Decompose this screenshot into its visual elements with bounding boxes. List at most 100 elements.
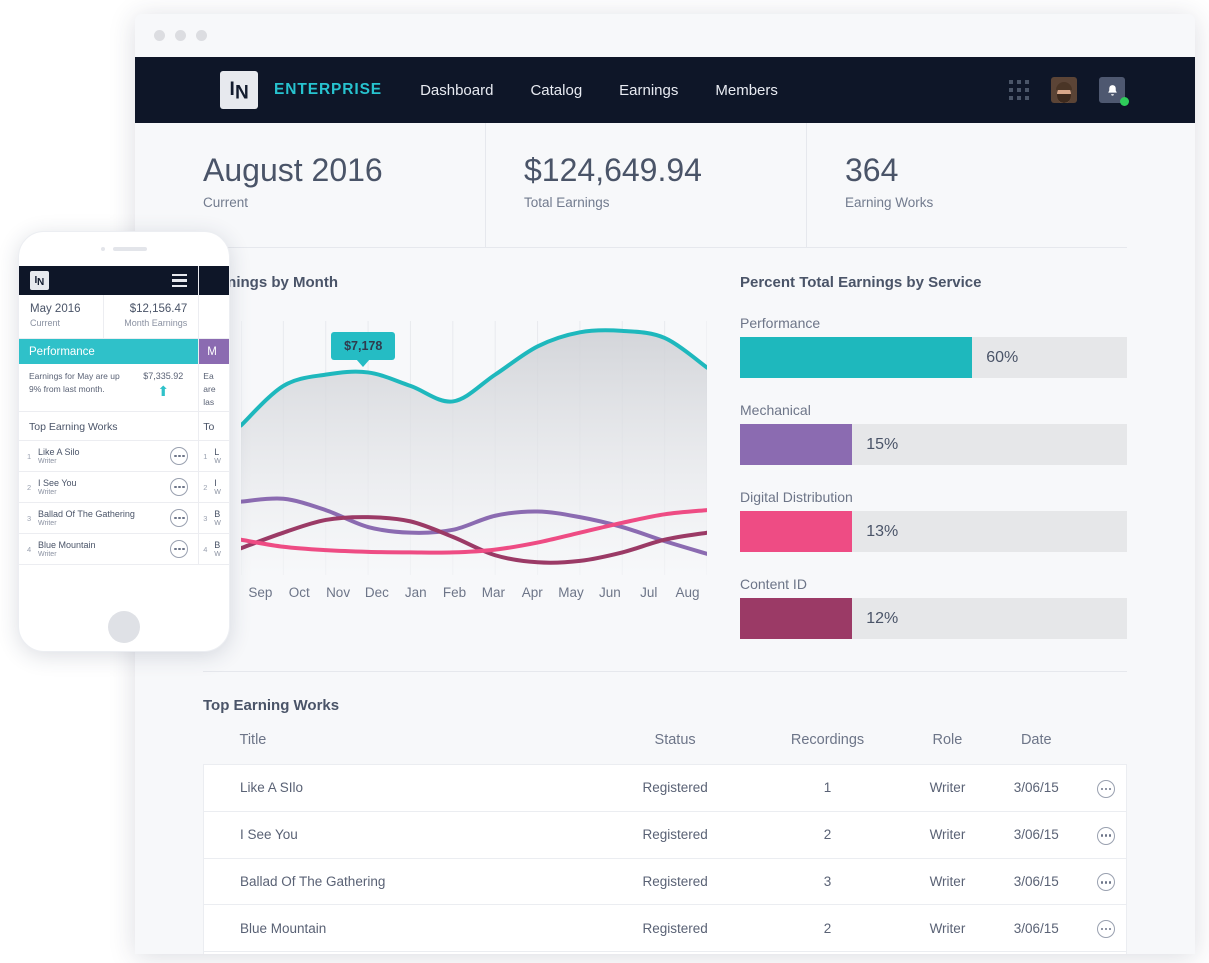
x-tick: Mar (474, 585, 513, 600)
list-item-role: W (214, 458, 229, 465)
service-row-performance: Performance 60% (740, 315, 1127, 378)
column-header-date[interactable]: Date (987, 726, 1086, 765)
stat-value: $124,649.94 (524, 152, 806, 189)
cell-recordings: 2 (747, 811, 908, 858)
list-item-rank: 3 (27, 514, 38, 523)
list-item-role: W (214, 489, 229, 496)
kebab-menu-icon[interactable] (1097, 873, 1115, 891)
cell-actions[interactable] (1086, 952, 1127, 955)
top-earning-works-table: Title Status Recordings Role Date Like A… (203, 726, 1127, 954)
phone-navigation-bar: IN (19, 266, 198, 295)
service-bar-track: 12% (740, 598, 1127, 639)
screenshot-root: IN ENTERPRISE Dashboard Catalog Earnings… (0, 0, 1209, 963)
column-header-role[interactable]: Role (908, 726, 987, 765)
cell-actions[interactable] (1086, 811, 1127, 858)
cell-recordings: 2 (747, 905, 908, 952)
list-item-rank: 2 (203, 483, 214, 492)
kebab-menu-icon[interactable] (1097, 780, 1115, 798)
service-label: Digital Distribution (740, 489, 1127, 505)
phone-speaker-grill (19, 232, 229, 266)
summary-stats-row: August 2016 Current $124,649.94 Total Ea… (203, 123, 1127, 247)
phone-summary-card: Earnings for May are up 9% from last mon… (19, 364, 198, 412)
cell-date: 3/06/15 (987, 858, 1086, 905)
service-percent: 13% (866, 511, 898, 552)
cell-status: Registered (603, 811, 747, 858)
phone-stat-current: May 2016 Current (19, 295, 103, 338)
column-header-title[interactable]: Title (204, 726, 604, 765)
list-item[interactable]: 4Blue MountainWriter (19, 534, 198, 565)
phone-stat-value: $12,156.47 (115, 303, 188, 315)
notifications-button[interactable] (1099, 77, 1125, 103)
nav-item-catalog[interactable]: Catalog (530, 82, 582, 99)
list-item-title: B (214, 509, 229, 519)
cell-status: Registered (603, 765, 747, 812)
stat-label: Earning Works (845, 195, 1127, 210)
x-tick: Jun (590, 585, 629, 600)
list-item-title: Like A Silo (38, 447, 170, 457)
list-item-rank: 3 (203, 514, 214, 523)
table-row[interactable]: I See YouRegistered2Writer3/06/15 (204, 811, 1127, 858)
service-bar-fill (740, 598, 852, 639)
cell-actions[interactable] (1086, 858, 1127, 905)
list-item-peek: 3BW (199, 503, 229, 534)
window-chrome (135, 14, 1195, 57)
phone-brand-logo-icon[interactable]: IN (30, 271, 49, 290)
dashboard-middle-row: Earnings by Month 9k 8k 7k 6k 5k 4k 3k 2… (203, 248, 1127, 639)
window-close-dot[interactable] (154, 30, 165, 41)
column-header-recordings[interactable]: Recordings (747, 726, 908, 765)
list-item[interactable]: 1Like A SiloWriter (19, 441, 198, 472)
window-maximize-dot[interactable] (196, 30, 207, 41)
list-item[interactable]: 3Ballad Of The GatheringWriter (19, 503, 198, 534)
phone-earpiece (113, 247, 147, 251)
list-item-title: I See You (38, 478, 170, 488)
phone-tab-performance[interactable]: Performance (19, 339, 198, 364)
column-header-status[interactable]: Status (603, 726, 747, 765)
service-percent: 60% (986, 337, 1018, 378)
home-button[interactable] (108, 611, 140, 643)
table-row[interactable]: Ballad Of The GatheringRegistered3Writer… (204, 858, 1127, 905)
user-avatar[interactable] (1051, 77, 1077, 103)
phone-tab-mechanical[interactable]: M (199, 339, 229, 364)
phone-works-list: 1Like A SiloWriter2I See YouWriter3Balla… (19, 441, 198, 565)
table-row[interactable]: Blue MountainRegistered2Writer3/06/15 (204, 905, 1127, 952)
list-item-rank: 1 (203, 452, 214, 461)
kebab-menu-icon[interactable] (170, 478, 188, 496)
table-title: Top Earning Works (203, 697, 1127, 714)
phone-service-tabs: Performance (19, 339, 198, 364)
cell-actions[interactable] (1086, 765, 1127, 812)
service-bar-fill (740, 424, 852, 465)
kebab-menu-icon[interactable] (170, 447, 188, 465)
window-minimize-dot[interactable] (175, 30, 186, 41)
phone-stat-value: May 2016 (30, 303, 103, 315)
table-row[interactable]: Pulled OverRegistered1Writer7/23/14 (204, 952, 1127, 955)
cell-role: Writer (908, 858, 987, 905)
list-item-peek: 4BW (199, 534, 229, 565)
kebab-menu-icon[interactable] (1097, 827, 1115, 845)
hamburger-icon[interactable] (172, 274, 187, 288)
nav-item-earnings[interactable]: Earnings (619, 82, 678, 99)
kebab-menu-icon[interactable] (170, 540, 188, 558)
list-item-title: I (214, 478, 229, 488)
kebab-menu-icon[interactable] (1097, 920, 1115, 938)
service-label: Performance (740, 315, 1127, 331)
apps-grid-icon[interactable] (1009, 80, 1029, 100)
x-tick: Aug (668, 585, 707, 600)
table-row[interactable]: Like A SIloRegistered1Writer3/06/15 (204, 765, 1127, 812)
cell-recordings: 3 (747, 858, 908, 905)
nav-item-members[interactable]: Members (715, 82, 778, 99)
service-bar-track: 60% (740, 337, 1127, 378)
stat-current-period: August 2016 Current (203, 123, 485, 247)
cell-title: Pulled Over (204, 952, 604, 955)
nav-right-actions (1009, 77, 1195, 103)
kebab-menu-icon[interactable] (170, 509, 188, 527)
nav-item-dashboard[interactable]: Dashboard (420, 82, 493, 99)
phone-peek-summary: Eaarelas (199, 364, 229, 412)
service-bar-track: 15% (740, 424, 1127, 465)
x-tick: Feb (435, 585, 474, 600)
cell-role: Writer (908, 811, 987, 858)
cell-actions[interactable] (1086, 905, 1127, 952)
x-tick: Sep (241, 585, 280, 600)
brand-logo-icon[interactable]: IN (220, 71, 258, 109)
x-tick: Oct (280, 585, 319, 600)
list-item[interactable]: 2I See YouWriter (19, 472, 198, 503)
